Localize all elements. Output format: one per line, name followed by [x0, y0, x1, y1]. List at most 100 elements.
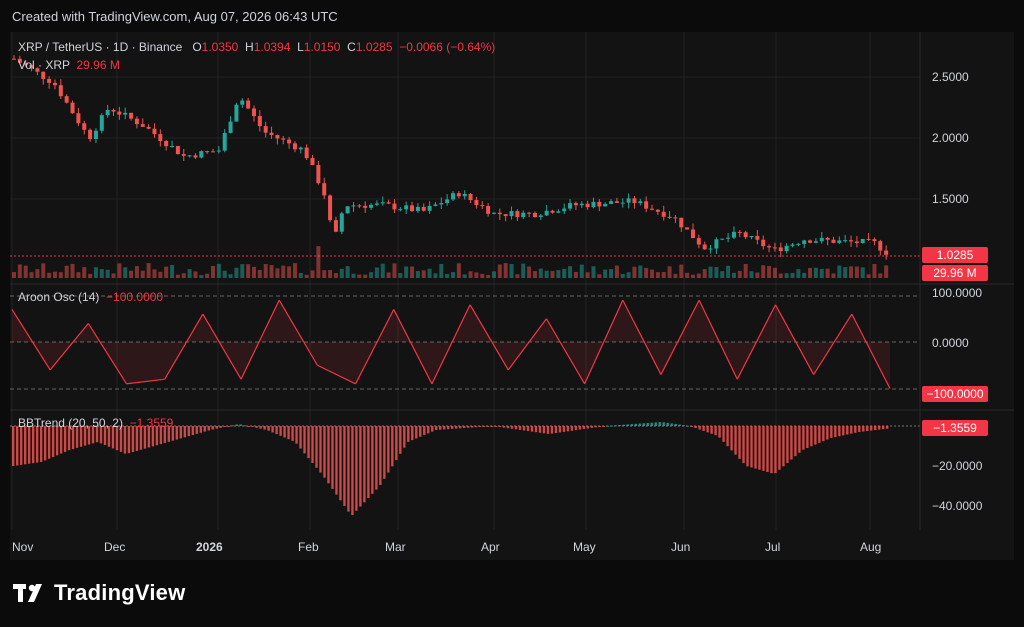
volume-bar: [427, 268, 432, 278]
bbtrend-bar: [451, 426, 454, 429]
month-label: Nov: [12, 540, 34, 554]
volume-bar: [456, 263, 461, 278]
candle-body: [767, 246, 772, 248]
candle-body: [386, 202, 391, 204]
volume-bar: [228, 274, 233, 278]
bbtrend-bar: [215, 426, 218, 429]
candle-body: [269, 132, 274, 136]
volume-bar: [439, 263, 444, 278]
volume-bar: [52, 271, 57, 278]
aroon-axis-label: 100.0000: [932, 286, 983, 300]
bbtrend-bar: [826, 426, 829, 440]
candle-body: [369, 204, 374, 208]
candle-body: [298, 147, 303, 150]
month-label: Aug: [860, 540, 882, 554]
volume-bar: [755, 272, 760, 278]
candle-body: [304, 147, 309, 159]
bbtrend-bar: [359, 426, 362, 507]
tradingview-logo[interactable]: TradingView: [12, 580, 185, 606]
bbtrend-bar: [834, 426, 837, 438]
bbtrend-bar: [39, 426, 43, 463]
symbol-legend: XRP / TetherUS · 1D · Binance O1.0350 H1…: [18, 40, 495, 54]
bbtrend-bar: [35, 426, 39, 463]
bbtrend-bar: [838, 426, 841, 437]
volume-bar: [287, 266, 292, 278]
bbtrend-bar: [199, 426, 202, 433]
volume-bar: [468, 271, 473, 278]
candle-body: [878, 241, 883, 251]
candle-body: [123, 112, 128, 115]
bbtrend-bar: [27, 426, 31, 464]
candle-body: [749, 235, 754, 238]
candle-body: [246, 100, 251, 109]
candle-body: [421, 206, 426, 211]
bbtrend-bar: [175, 426, 179, 440]
bbtrend-bar: [295, 426, 298, 444]
bbtrend-bar: [367, 426, 370, 499]
bbtrend-bar: [383, 426, 386, 479]
volume-bar: [562, 268, 567, 278]
price-axis-label: 2.0000: [932, 131, 969, 145]
volume-bar: [720, 271, 725, 278]
bbtrend-bar: [31, 426, 35, 464]
candle-body: [491, 212, 496, 214]
volume-bar: [819, 268, 824, 278]
volume-bar: [480, 273, 485, 278]
volume-bar: [12, 272, 16, 278]
bbtrend-bar: [694, 426, 697, 429]
volume-bar: [58, 272, 63, 278]
volume-bar: [585, 272, 590, 278]
candle-body: [234, 104, 239, 122]
bbtrend-bar: [698, 426, 701, 430]
candle-body: [287, 139, 292, 144]
volume-bar: [164, 266, 169, 278]
candle-body: [357, 205, 362, 207]
volume-bar: [93, 267, 98, 278]
volume-bar: [603, 269, 608, 278]
chart-svg[interactable]: [0, 0, 1024, 560]
bbtrend-bar: [59, 426, 63, 454]
bbtrend-bar: [774, 426, 777, 474]
candle-body: [445, 199, 450, 204]
candle-body: [146, 126, 151, 129]
candle-body: [129, 112, 134, 119]
candle-body: [52, 82, 57, 86]
candle-body: [585, 203, 590, 208]
volume-bar: [333, 273, 338, 278]
bbtrend-bar: [239, 424, 242, 426]
month-label: 2026: [196, 540, 223, 554]
candle-body: [117, 111, 122, 115]
bbtrend-bar: [854, 426, 857, 433]
volume-bar: [351, 273, 356, 278]
candle-body: [808, 240, 813, 243]
candle-body: [211, 151, 216, 153]
bbtrend-bar: [758, 426, 761, 470]
candle-body: [696, 238, 701, 245]
candle-body: [726, 237, 731, 239]
bbtrend-histogram: [12, 422, 889, 516]
bbtrend-bar: [243, 425, 246, 427]
bbtrend-bar: [482, 426, 486, 427]
volume-bar: [761, 265, 766, 278]
volume-bar: [767, 265, 772, 278]
candle-body: [626, 198, 631, 203]
bbtrend-bar: [618, 424, 622, 426]
change-value: −0.0066 (−0.64%): [399, 40, 496, 54]
candle-body: [410, 205, 415, 212]
bbtrend-value: −1.3559: [129, 416, 174, 430]
volume-bar: [374, 267, 379, 278]
volume-bar: [837, 265, 842, 278]
bbtrend-bar: [654, 422, 657, 426]
candle-body: [12, 58, 16, 60]
volume-bar: [597, 274, 602, 278]
bbtrend-bar: [622, 424, 626, 426]
bbtrend-bar: [327, 426, 330, 484]
candle-body: [772, 247, 777, 249]
candle-body: [281, 138, 286, 140]
candle-body: [76, 113, 81, 124]
candle-body: [562, 208, 567, 212]
volume-bar: [708, 266, 713, 278]
candle-body: [47, 78, 52, 83]
bbtrend-bar: [287, 426, 290, 440]
bbtrend-bar: [726, 426, 729, 447]
